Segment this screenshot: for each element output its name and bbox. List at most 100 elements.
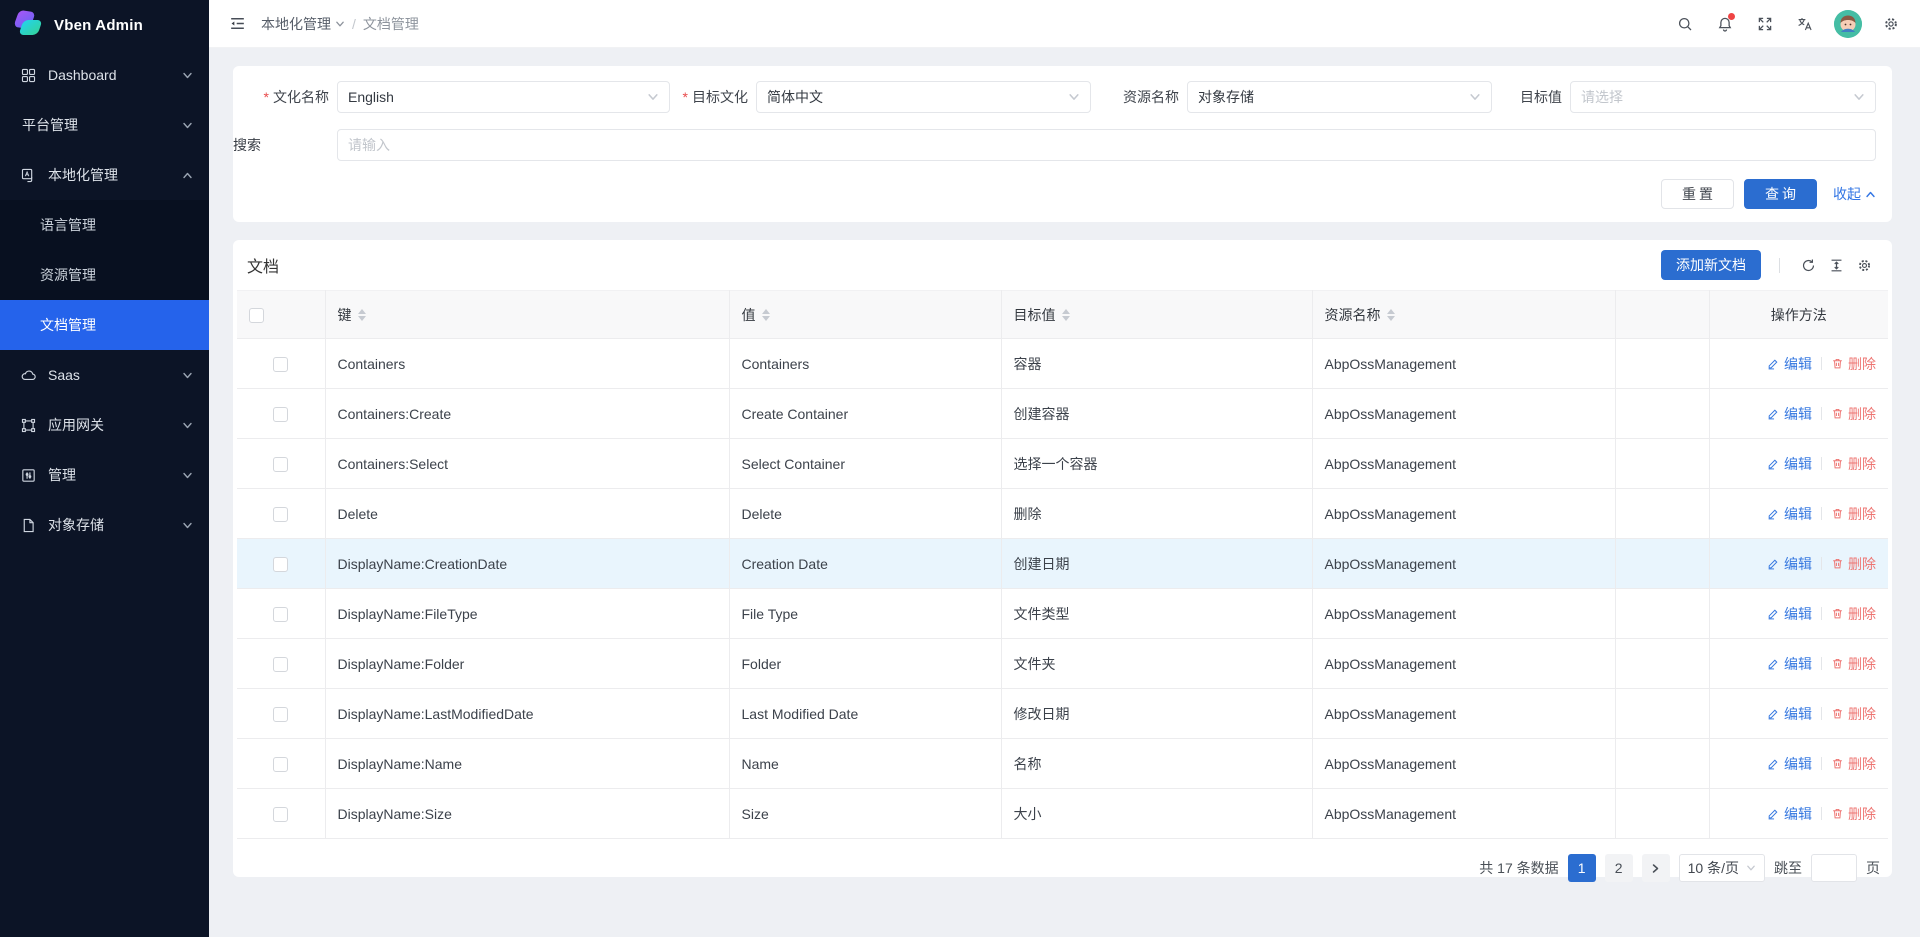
select-all-checkbox[interactable] [249, 308, 264, 323]
row-checkbox[interactable] [273, 657, 288, 672]
row-checkbox[interactable] [273, 557, 288, 572]
table-row[interactable]: DisplayName:LastModifiedDate Last Modifi… [237, 689, 1888, 739]
cell-empty [1615, 439, 1709, 489]
edit-button[interactable]: 编辑 [1767, 554, 1812, 574]
delete-button[interactable]: 删除 [1831, 754, 1876, 774]
notifications-button[interactable] [1708, 7, 1742, 41]
sort-icon[interactable] [358, 309, 366, 321]
table-row[interactable]: DisplayName:Folder Folder 文件夹 AbpOssMana… [237, 639, 1888, 689]
culture-name-select[interactable]: English [337, 81, 670, 113]
row-checkbox[interactable] [273, 407, 288, 422]
menu-fold-button[interactable] [223, 10, 251, 38]
target-value-select[interactable]: 请选择 [1570, 81, 1876, 113]
search-input[interactable] [337, 129, 1876, 161]
edit-button[interactable]: 编辑 [1767, 654, 1812, 674]
translate-button[interactable] [1788, 7, 1822, 41]
sidebar-item-saas[interactable]: Saas [0, 350, 209, 400]
sidebar-item-management[interactable]: 管理 [0, 450, 209, 500]
column-settings-button[interactable] [1850, 251, 1878, 279]
row-checkbox[interactable] [273, 707, 288, 722]
file-icon [20, 517, 37, 534]
edit-button[interactable]: 编辑 [1767, 504, 1812, 524]
cell-empty [1615, 339, 1709, 389]
edit-button[interactable]: 编辑 [1767, 704, 1812, 724]
table-row[interactable]: Containers Containers 容器 AbpOssManagemen… [237, 339, 1888, 389]
sidebar-item-language-management[interactable]: 语言管理 [0, 200, 209, 250]
cell-key: DisplayName:FileType [325, 589, 729, 639]
table-row[interactable]: Delete Delete 删除 AbpOssManagement 编辑 删除 [237, 489, 1888, 539]
next-page-button[interactable] [1642, 854, 1670, 882]
action-divider [1821, 557, 1822, 570]
sidebar-item-gateway[interactable]: 应用网关 [0, 400, 209, 450]
column-header-value[interactable]: 值 [729, 291, 1001, 339]
edit-button[interactable]: 编辑 [1767, 604, 1812, 624]
target-culture-select[interactable]: 简体中文 [756, 81, 1091, 113]
add-document-button[interactable]: 添加新文档 [1661, 250, 1761, 280]
edit-button[interactable]: 编辑 [1767, 754, 1812, 774]
delete-button[interactable]: 删除 [1831, 554, 1876, 574]
sidebar-item-platform[interactable]: 平台管理 [0, 100, 209, 150]
sidebar-item-localization[interactable]: 本地化管理 [0, 150, 209, 200]
preferences-button[interactable] [1874, 7, 1908, 41]
row-checkbox[interactable] [273, 757, 288, 772]
delete-button[interactable]: 删除 [1831, 454, 1876, 474]
page-button-1[interactable]: 1 [1568, 854, 1596, 882]
edit-icon [1767, 607, 1780, 620]
edit-button[interactable]: 编辑 [1767, 804, 1812, 824]
cell-target: 名称 [1001, 739, 1312, 789]
sidebar-submenu-localization: 语言管理 资源管理 文档管理 [0, 200, 209, 350]
refresh-button[interactable] [1794, 251, 1822, 279]
resource-name-value: 对象存储 [1198, 87, 1469, 107]
sidebar-item-dashboard[interactable]: Dashboard [0, 50, 209, 100]
resource-name-select[interactable]: 对象存储 [1187, 81, 1492, 113]
breadcrumb-parent[interactable]: 本地化管理 [261, 14, 345, 34]
sidebar-item-resource-management[interactable]: 资源管理 [0, 250, 209, 300]
search-button[interactable] [1668, 7, 1702, 41]
reset-button[interactable]: 重置 [1661, 179, 1734, 209]
target-culture-label: 目标文化 [670, 87, 756, 107]
sidebar-item-object-storage[interactable]: 对象存储 [0, 500, 209, 550]
row-checkbox[interactable] [273, 457, 288, 472]
row-checkbox[interactable] [273, 507, 288, 522]
logo[interactable]: Vben Admin [0, 0, 209, 50]
edit-label: 编辑 [1784, 454, 1812, 474]
row-checkbox[interactable] [273, 357, 288, 372]
delete-label: 删除 [1848, 754, 1876, 774]
avatar[interactable] [1834, 10, 1862, 38]
delete-button[interactable]: 删除 [1831, 504, 1876, 524]
column-header-target[interactable]: 目标值 [1001, 291, 1312, 339]
query-button[interactable]: 查询 [1744, 179, 1817, 209]
sort-icon[interactable] [1387, 309, 1395, 321]
trash-icon [1831, 607, 1844, 620]
sidebar-item-document-management[interactable]: 文档管理 [0, 300, 209, 350]
delete-button[interactable]: 删除 [1831, 354, 1876, 374]
fullscreen-button[interactable] [1748, 7, 1782, 41]
table-row[interactable]: DisplayName:FileType File Type 文件类型 AbpO… [237, 589, 1888, 639]
sidebar-item-label: 资源管理 [40, 265, 96, 285]
edit-button[interactable]: 编辑 [1767, 354, 1812, 374]
row-checkbox[interactable] [273, 607, 288, 622]
column-header-resource[interactable]: 资源名称 [1312, 291, 1615, 339]
edit-icon [1767, 507, 1780, 520]
delete-button[interactable]: 删除 [1831, 604, 1876, 624]
jump-page-input[interactable] [1811, 854, 1857, 882]
edit-button[interactable]: 编辑 [1767, 404, 1812, 424]
row-checkbox[interactable] [273, 807, 288, 822]
delete-button[interactable]: 删除 [1831, 704, 1876, 724]
sort-icon[interactable] [762, 309, 770, 321]
table-row[interactable]: DisplayName:Name Name 名称 AbpOssManagemen… [237, 739, 1888, 789]
collapse-toggle[interactable]: 收起 [1833, 184, 1876, 204]
delete-button[interactable]: 删除 [1831, 654, 1876, 674]
table-row[interactable]: DisplayName:CreationDate Creation Date 创… [237, 539, 1888, 589]
table-row[interactable]: Containers:Create Create Container 创建容器 … [237, 389, 1888, 439]
table-row[interactable]: Containers:Select Select Container 选择一个容… [237, 439, 1888, 489]
sort-icon[interactable] [1062, 309, 1070, 321]
row-height-button[interactable] [1822, 251, 1850, 279]
page-size-select[interactable]: 10 条/页 [1679, 854, 1765, 882]
column-header-key[interactable]: 键 [325, 291, 729, 339]
edit-button[interactable]: 编辑 [1767, 454, 1812, 474]
delete-button[interactable]: 删除 [1831, 804, 1876, 824]
delete-button[interactable]: 删除 [1831, 404, 1876, 424]
table-row[interactable]: DisplayName:Size Size 大小 AbpOssManagemen… [237, 789, 1888, 839]
page-button-2[interactable]: 2 [1605, 854, 1633, 882]
